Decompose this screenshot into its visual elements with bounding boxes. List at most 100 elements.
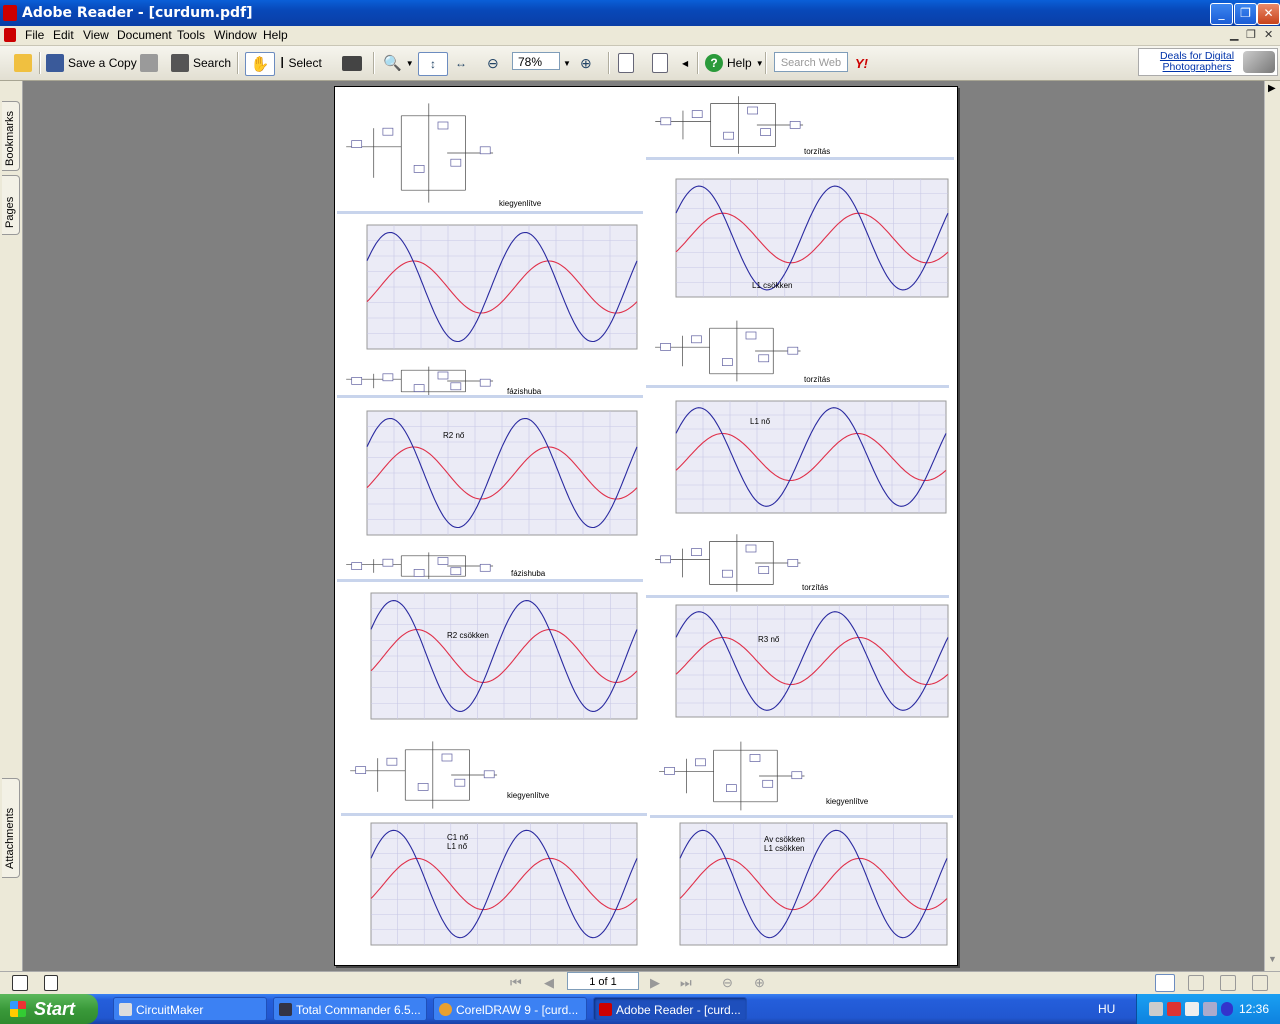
component bbox=[454, 778, 466, 787]
circuit-schematic: torzítás bbox=[646, 527, 949, 599]
menu-document[interactable]: Document bbox=[117, 28, 172, 42]
zoom-input[interactable]: 78% bbox=[512, 52, 560, 70]
floppy-icon bbox=[46, 54, 64, 72]
system-tray: 12:36 bbox=[1136, 994, 1280, 1024]
more-tools-chevron[interactable]: ◀ bbox=[682, 52, 688, 74]
continuous-facing-layout-icon[interactable] bbox=[1252, 975, 1268, 991]
rotate-page-icon bbox=[652, 53, 668, 73]
ad-banner[interactable]: Deals for Digital Photographers bbox=[1138, 48, 1278, 76]
close-button[interactable]: ✕ bbox=[1257, 3, 1280, 25]
scroll-down-icon[interactable]: ▼ bbox=[1268, 954, 1277, 964]
next-page-icon[interactable]: ▶ bbox=[650, 975, 660, 991]
component bbox=[745, 544, 757, 553]
search-label: Search bbox=[193, 56, 232, 70]
scroll-strip bbox=[337, 579, 643, 582]
component bbox=[762, 779, 774, 788]
open-button[interactable] bbox=[14, 52, 32, 74]
component bbox=[747, 106, 758, 115]
panel-caption: R2 csökken bbox=[447, 631, 489, 640]
page-number-input[interactable]: 1 of 1 bbox=[567, 972, 639, 990]
single-page-button[interactable] bbox=[618, 52, 634, 74]
panel-caption: L1 csökken bbox=[764, 844, 805, 853]
component bbox=[749, 754, 761, 762]
status-bar bbox=[0, 971, 1280, 994]
component bbox=[382, 558, 394, 567]
previous-page-icon[interactable]: ◀ bbox=[544, 975, 554, 991]
zoom-in-tool-button[interactable]: 🔍 ▼ bbox=[383, 52, 414, 74]
print-button[interactable] bbox=[140, 52, 158, 74]
help-button[interactable]: ? Help ▼ bbox=[705, 52, 764, 74]
start-button[interactable]: Start bbox=[0, 994, 98, 1024]
fit-page-button[interactable]: ↕ bbox=[418, 52, 448, 76]
menu-tools[interactable]: Tools bbox=[177, 28, 205, 42]
component bbox=[691, 548, 702, 556]
previous-view-icon[interactable]: ⊖ bbox=[722, 975, 733, 991]
task-coreldraw[interactable]: CorelDRAW 9 - [curd... bbox=[433, 997, 587, 1021]
single-page-layout-icon[interactable] bbox=[1155, 974, 1175, 992]
search-web-input[interactable]: Search Web bbox=[774, 52, 848, 72]
restore-button[interactable]: ❐ bbox=[1234, 3, 1257, 25]
attachments-tab[interactable]: Attachments bbox=[2, 778, 20, 878]
printer-icon bbox=[140, 54, 158, 72]
ad-text[interactable]: Deals for Digital Photographers bbox=[1153, 51, 1241, 73]
zoom-dropdown-button[interactable]: ▼ bbox=[563, 52, 571, 74]
language-indicator[interactable]: HU bbox=[1098, 1002, 1115, 1016]
waveform-chart: R2 csökken bbox=[341, 587, 643, 731]
waveform-chart: L1 nő bbox=[646, 395, 952, 525]
doc-minimize-icon[interactable]: ▁ bbox=[1230, 28, 1238, 41]
tray-volume-icon[interactable] bbox=[1185, 1002, 1199, 1016]
menu-help[interactable]: Help bbox=[263, 28, 288, 42]
chart-svg bbox=[370, 822, 638, 946]
waveform-chart: R3 nő bbox=[646, 599, 954, 729]
component bbox=[787, 346, 799, 355]
menu-file[interactable]: File bbox=[25, 28, 44, 42]
task-adobe-reader[interactable]: Adobe Reader - [curd... bbox=[593, 997, 747, 1021]
pages-tab-label: Pages bbox=[4, 196, 16, 228]
bookmarks-tab[interactable]: Bookmarks bbox=[2, 101, 20, 171]
page-thumbnail-icon[interactable] bbox=[12, 975, 28, 991]
tray-shield-icon[interactable] bbox=[1167, 1002, 1181, 1016]
waveform-chart bbox=[337, 219, 643, 361]
menu-edit[interactable]: Edit bbox=[53, 28, 74, 42]
component bbox=[483, 770, 495, 779]
yahoo-button[interactable]: Y! bbox=[855, 52, 868, 74]
expand-arrow-icon[interactable]: ▶ bbox=[1268, 83, 1276, 94]
panel-caption: kiegyenlítve bbox=[507, 791, 550, 800]
rotate-button[interactable] bbox=[652, 52, 668, 74]
doc-close-icon[interactable]: ✕ bbox=[1264, 28, 1273, 41]
search-button[interactable]: Search bbox=[171, 52, 231, 74]
next-view-icon[interactable]: ⊕ bbox=[754, 975, 765, 991]
select-tool-button[interactable]: Ⅰ Select bbox=[280, 52, 322, 74]
page-options-icon[interactable] bbox=[44, 975, 58, 991]
continuous-layout-icon[interactable] bbox=[1188, 975, 1204, 991]
task-total-commander[interactable]: Total Commander 6.5... bbox=[273, 997, 427, 1021]
tray-network-icon[interactable] bbox=[1203, 1002, 1217, 1016]
menu-view[interactable]: View bbox=[83, 28, 109, 42]
facing-layout-icon[interactable] bbox=[1220, 975, 1236, 991]
vertical-scrollbar[interactable]: ▶ ▼ bbox=[1264, 81, 1280, 971]
folder-icon bbox=[14, 54, 32, 72]
snapshot-button[interactable] bbox=[342, 52, 362, 74]
zoom-out-button[interactable]: ⊖ bbox=[487, 52, 499, 74]
schematic-svg bbox=[337, 366, 643, 398]
zoom-in-button[interactable]: ⊕ bbox=[580, 52, 592, 74]
adobe-reader-app-icon[interactable] bbox=[3, 5, 17, 21]
doc-restore-icon[interactable]: ❐ bbox=[1246, 28, 1256, 41]
task-circuitmaker[interactable]: CircuitMaker bbox=[113, 997, 267, 1021]
circuit-schematic: torzítás bbox=[646, 313, 949, 389]
minimize-button[interactable]: _ bbox=[1210, 3, 1233, 25]
title-bar: Adobe Reader - [curdum.pdf] _ ❐ ✕ bbox=[0, 0, 1280, 26]
first-page-icon[interactable]: ⏮ bbox=[510, 975, 522, 991]
menu-window[interactable]: Window bbox=[214, 28, 257, 42]
panel-caption: fázishuba bbox=[511, 569, 546, 578]
fit-width-button[interactable]: ↔ bbox=[455, 52, 467, 74]
component bbox=[351, 377, 363, 385]
coreldraw-icon bbox=[439, 1003, 452, 1016]
hand-tool-button[interactable]: ✋ bbox=[245, 52, 275, 76]
save-copy-button[interactable]: Save a Copy bbox=[46, 52, 137, 74]
tray-bluetooth-icon[interactable] bbox=[1221, 1002, 1233, 1016]
document-icon[interactable] bbox=[4, 28, 16, 42]
last-page-icon[interactable]: ⏭ bbox=[680, 975, 692, 991]
tray-pen-icon[interactable] bbox=[1149, 1002, 1163, 1016]
pages-tab[interactable]: Pages bbox=[2, 175, 20, 235]
